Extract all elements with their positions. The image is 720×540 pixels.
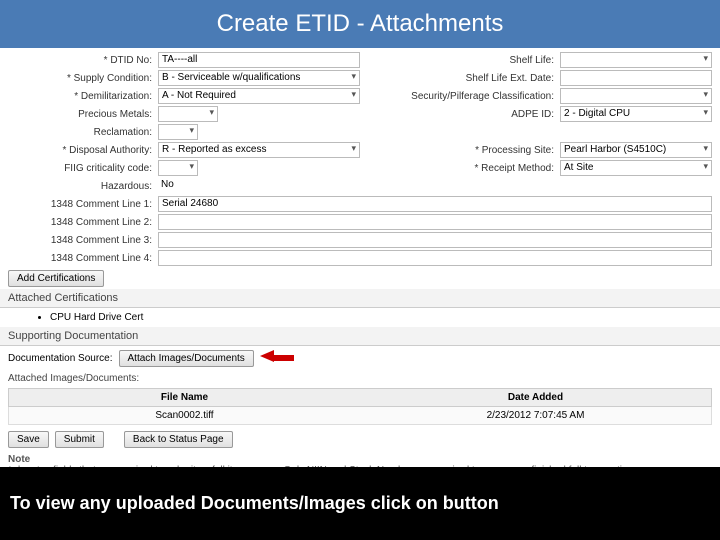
label-shelf-life-ext: Shelf Life Ext. Date: [360, 73, 560, 84]
select-security-class[interactable] [560, 88, 712, 104]
note-title: Note [8, 454, 712, 465]
col-file-name: File Name [9, 389, 360, 406]
select-demil[interactable]: A - Not Required [158, 88, 360, 104]
label-doc-source: Documentation Source: [8, 353, 113, 364]
select-reclamation[interactable] [158, 124, 198, 140]
input-line4[interactable] [158, 250, 712, 266]
table-header-row: File Name Date Added [8, 388, 712, 407]
value-hazardous: No [158, 178, 360, 194]
label-shelf-life: Shelf Life: [360, 55, 560, 66]
select-adpe[interactable]: 2 - Digital CPU [560, 106, 712, 122]
input-shelf-life-ext[interactable] [560, 70, 712, 86]
cell-date-added: 2/23/2012 7:07:45 AM [360, 407, 711, 424]
label-dtid: * DTID No: [8, 55, 158, 66]
select-shelf-life[interactable] [560, 52, 712, 68]
slide-caption: To view any uploaded Documents/Images cl… [0, 467, 720, 540]
label-adpe: ADPE ID: [360, 109, 560, 120]
label-demil: * Demilitarization: [8, 91, 158, 102]
label-line3: 1348 Comment Line 3: [8, 235, 158, 246]
section-supporting-docs: Supporting Documentation [0, 327, 720, 346]
label-line1: 1348 Comment Line 1: [8, 199, 158, 210]
back-to-status-button[interactable]: Back to Status Page [124, 431, 233, 448]
form-area: * DTID No: TA----all Shelf Life: * Suppl… [0, 48, 720, 289]
label-disposal: * Disposal Authority: [8, 145, 158, 156]
section-attached-certs: Attached Certifications [0, 289, 720, 308]
label-precious-metals: Precious Metals: [8, 109, 158, 120]
label-line4: 1348 Comment Line 4: [8, 253, 158, 264]
input-line2[interactable] [158, 214, 712, 230]
label-fiig: FIIG criticality code: [8, 163, 158, 174]
attachments-table: File Name Date Added Scan0002.tiff 2/23/… [0, 386, 720, 427]
action-buttons: Save Submit Back to Status Page [0, 427, 720, 452]
select-precious-metals[interactable] [158, 106, 218, 122]
section-attached-imgs: Attached Images/Documents: [0, 371, 720, 386]
attached-cert-list: CPU Hard Drive Cert [0, 308, 720, 327]
select-disposal[interactable]: R - Reported as excess [158, 142, 360, 158]
page-title: Create ETID - Attachments [0, 0, 720, 48]
attach-images-docs-button[interactable]: Attach Images/Documents [119, 350, 254, 367]
label-receipt-method: * Receipt Method: [360, 163, 560, 174]
select-processing-site[interactable]: Pearl Harbor (S4510C) [560, 142, 712, 158]
select-fiig[interactable] [158, 160, 198, 176]
label-security-class: Security/Pilferage Classification: [360, 91, 560, 102]
input-line3[interactable] [158, 232, 712, 248]
label-reclamation: Reclamation: [8, 127, 158, 138]
label-hazardous: Hazardous: [8, 181, 158, 192]
table-row[interactable]: Scan0002.tiff 2/23/2012 7:07:45 AM [8, 407, 712, 425]
select-receipt-method[interactable]: At Site [560, 160, 712, 176]
col-date-added: Date Added [360, 389, 711, 406]
submit-button[interactable]: Submit [55, 431, 104, 448]
select-supply-condition[interactable]: B - Serviceable w/qualifications [158, 70, 360, 86]
label-processing-site: * Processing Site: [360, 145, 560, 156]
cell-file-name: Scan0002.tiff [9, 407, 360, 424]
save-button[interactable]: Save [8, 431, 49, 448]
input-dtid[interactable]: TA----all [158, 52, 360, 68]
add-certifications-button[interactable]: Add Certifications [8, 270, 104, 287]
cert-item[interactable]: CPU Hard Drive Cert [50, 312, 712, 323]
label-line2: 1348 Comment Line 2: [8, 217, 158, 228]
callout-arrow-icon [260, 350, 294, 365]
label-supply-condition: * Supply Condition: [8, 73, 158, 84]
input-line1[interactable]: Serial 24680 [158, 196, 712, 212]
